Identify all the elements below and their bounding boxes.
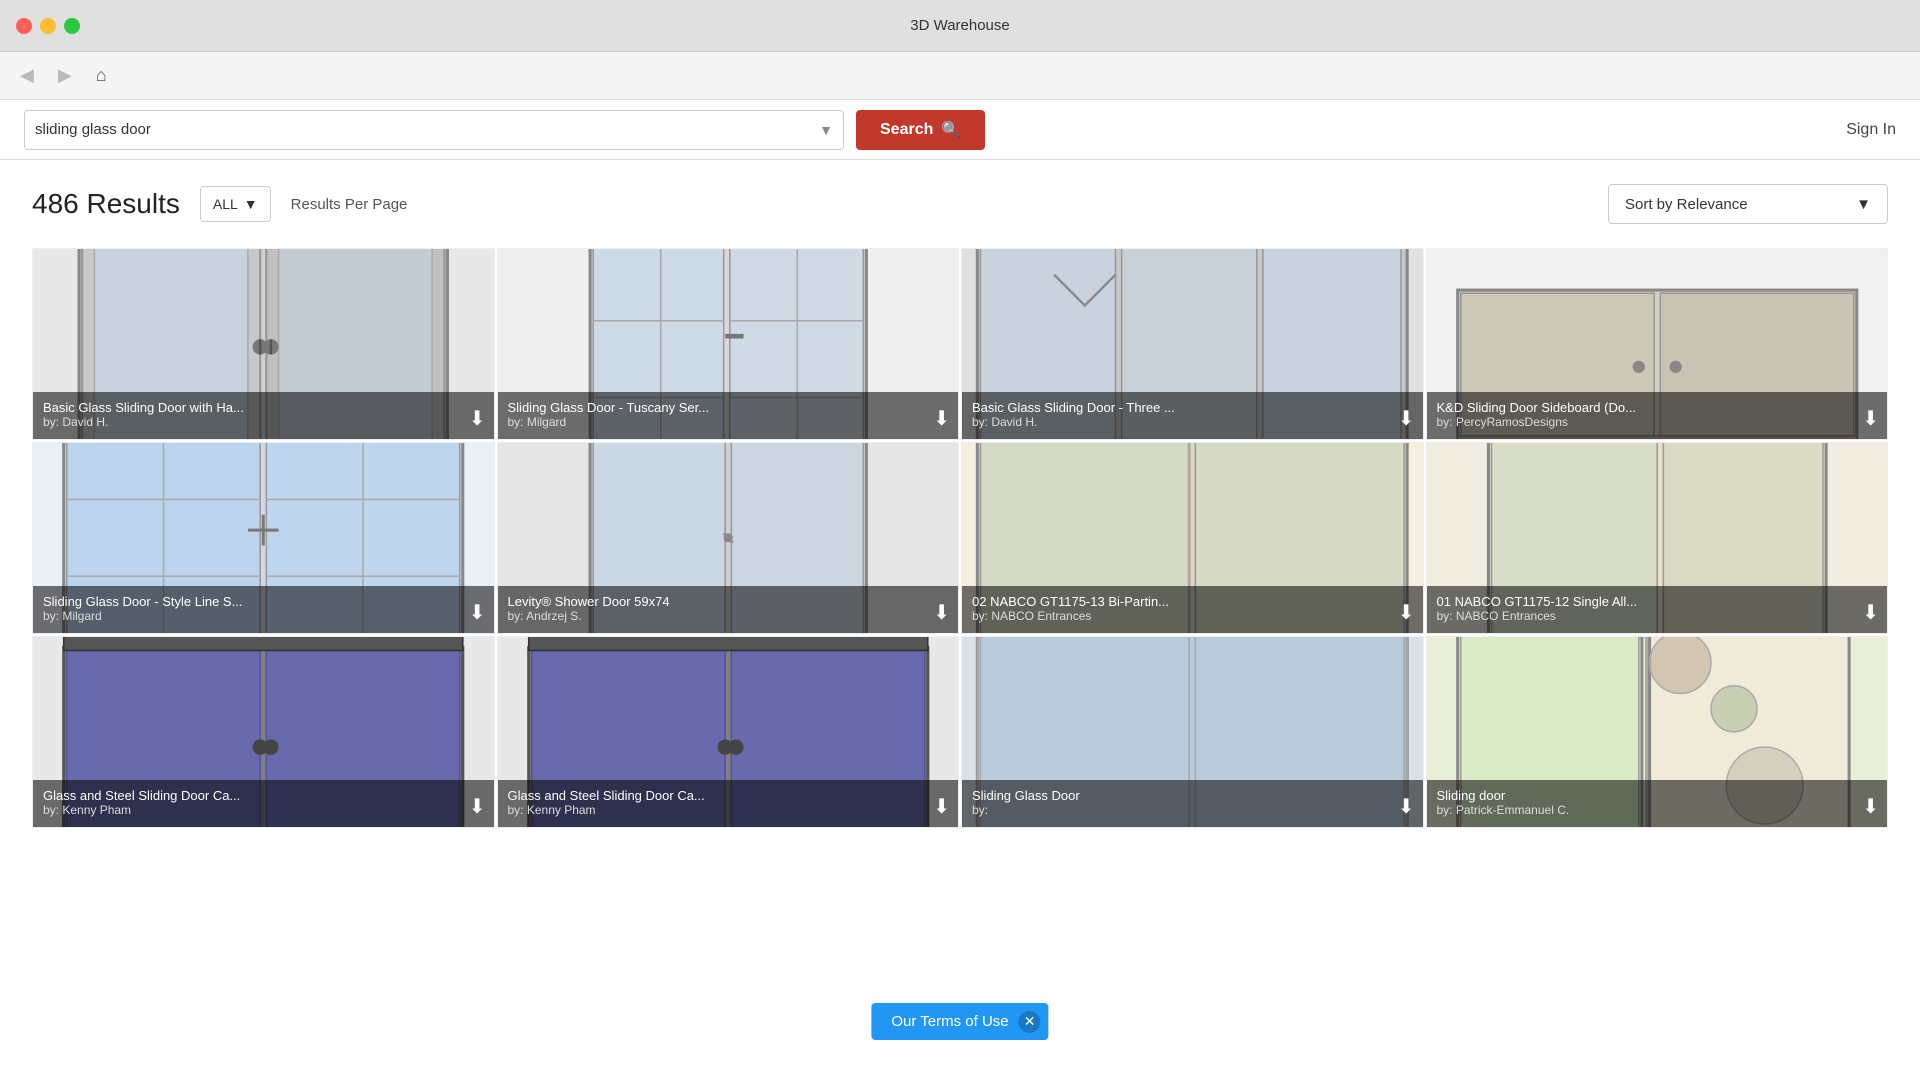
sort-label: Sort by Relevance (1625, 196, 1848, 213)
window-title: 3D Warehouse (910, 17, 1010, 34)
list-item[interactable]: Sliding Glass Door - Tuscany Ser... by: … (497, 248, 960, 440)
item-author: by: Milgard (508, 415, 923, 429)
search-button-label: Search (880, 121, 933, 139)
item-info: Sliding Glass Door - Style Line S... by:… (33, 586, 494, 633)
item-title: Sliding door (1437, 788, 1852, 803)
sort-arrow-icon: ▼ (1856, 196, 1871, 213)
list-item[interactable]: Basic Glass Sliding Door - Three ... by:… (961, 248, 1424, 440)
download-button[interactable]: ⬇ (469, 797, 486, 817)
item-info: Basic Glass Sliding Door with Ha... by: … (33, 392, 494, 439)
item-title: Basic Glass Sliding Door with Ha... (43, 400, 458, 415)
item-title: Sliding Glass Door (972, 788, 1387, 803)
search-dropdown-icon[interactable]: ▼ (819, 122, 833, 138)
list-item[interactable]: Glass and Steel Sliding Door Ca... by: K… (32, 636, 495, 828)
results-grid: Basic Glass Sliding Door with Ha... by: … (32, 248, 1888, 828)
list-item[interactable]: Basic Glass Sliding Door with Ha... by: … (32, 248, 495, 440)
close-button[interactable] (16, 18, 32, 34)
nav-bar: ◀ ▶ ⌂ (0, 52, 1920, 100)
list-item[interactable]: Sliding Glass Door - Style Line S... by:… (32, 442, 495, 634)
item-author: by: (972, 803, 1387, 817)
window-controls (16, 18, 80, 34)
item-title: Glass and Steel Sliding Door Ca... (43, 788, 458, 803)
download-button[interactable]: ⬇ (1862, 409, 1879, 429)
item-author: by: David H. (43, 415, 458, 429)
item-author: by: Andrzej S. (508, 609, 923, 623)
search-input[interactable] (35, 121, 819, 138)
item-info: Glass and Steel Sliding Door Ca... by: K… (33, 780, 494, 827)
search-button[interactable]: Search 🔍 (856, 110, 985, 150)
list-item[interactable]: Levity® Shower Door 59x74 by: Andrzej S.… (497, 442, 960, 634)
download-button[interactable]: ⬇ (933, 409, 950, 429)
item-author: by: Patrick-Emmanuel C. (1437, 803, 1852, 817)
list-item[interactable]: Glass and Steel Sliding Door Ca... by: K… (497, 636, 960, 828)
list-item[interactable]: K&D Sliding Door Sideboard (Do... by: Pe… (1426, 248, 1889, 440)
title-bar: 3D Warehouse (0, 0, 1920, 52)
search-container: ▼ (24, 110, 844, 150)
item-info: Glass and Steel Sliding Door Ca... by: K… (498, 780, 959, 827)
list-item[interactable]: Sliding door by: Patrick-Emmanuel C. ⬇ (1426, 636, 1889, 828)
download-button[interactable]: ⬇ (469, 409, 486, 429)
item-author: by: NABCO Entrances (972, 609, 1387, 623)
filter-arrow-icon: ▼ (244, 196, 258, 212)
item-info: Basic Glass Sliding Door - Three ... by:… (962, 392, 1423, 439)
item-author: by: David H. (972, 415, 1387, 429)
item-author: by: Kenny Pham (43, 803, 458, 817)
download-button[interactable]: ⬇ (469, 603, 486, 623)
item-title: Sliding Glass Door - Style Line S... (43, 594, 458, 609)
item-info: Levity® Shower Door 59x74 by: Andrzej S. (498, 586, 959, 633)
item-title: K&D Sliding Door Sideboard (Do... (1437, 400, 1852, 415)
download-button[interactable]: ⬇ (1398, 797, 1415, 817)
sign-in-button[interactable]: Sign In (1846, 121, 1896, 139)
item-author: by: Milgard (43, 609, 458, 623)
results-header: 486 Results ALL ▼ Results Per Page Sort … (32, 184, 1888, 224)
download-button[interactable]: ⬇ (1398, 603, 1415, 623)
item-title: Levity® Shower Door 59x74 (508, 594, 923, 609)
minimize-button[interactable] (40, 18, 56, 34)
item-title: Sliding Glass Door - Tuscany Ser... (508, 400, 923, 415)
item-author: by: NABCO Entrances (1437, 609, 1852, 623)
list-item[interactable]: 02 NABCO GT1175-13 Bi-Partin... by: NABC… (961, 442, 1424, 634)
terms-label: Our Terms of Use (891, 1013, 1008, 1030)
download-button[interactable]: ⬇ (1862, 603, 1879, 623)
item-title: 01 NABCO GT1175-12 Single All... (1437, 594, 1852, 609)
home-button[interactable]: ⌂ (88, 61, 115, 90)
list-item[interactable]: 01 NABCO GT1175-12 Single All... by: NAB… (1426, 442, 1889, 634)
results-count: 486 Results (32, 188, 180, 220)
maximize-button[interactable] (64, 18, 80, 34)
back-button[interactable]: ◀ (12, 61, 42, 90)
download-button[interactable]: ⬇ (933, 797, 950, 817)
sort-dropdown[interactable]: Sort by Relevance ▼ (1608, 184, 1888, 224)
item-info: Sliding Glass Door by: (962, 780, 1423, 827)
item-info: 01 NABCO GT1175-12 Single All... by: NAB… (1427, 586, 1888, 633)
list-item[interactable]: Sliding Glass Door by: ⬇ (961, 636, 1424, 828)
filter-dropdown[interactable]: ALL ▼ (200, 186, 271, 222)
results-per-page-label: Results Per Page (291, 196, 408, 213)
download-button[interactable]: ⬇ (1862, 797, 1879, 817)
download-button[interactable]: ⬇ (1398, 409, 1415, 429)
item-title: Basic Glass Sliding Door - Three ... (972, 400, 1387, 415)
item-author: by: Kenny Pham (508, 803, 923, 817)
search-icon: 🔍 (941, 120, 961, 140)
item-info: Sliding Glass Door - Tuscany Ser... by: … (498, 392, 959, 439)
terms-banner: Our Terms of Use ✕ (871, 1003, 1048, 1040)
download-button[interactable]: ⬇ (933, 603, 950, 623)
forward-button[interactable]: ▶ (50, 61, 80, 90)
item-info: Sliding door by: Patrick-Emmanuel C. (1427, 780, 1888, 827)
terms-close-button[interactable]: ✕ (1019, 1011, 1041, 1033)
item-info: 02 NABCO GT1175-13 Bi-Partin... by: NABC… (962, 586, 1423, 633)
item-author: by: PercyRamosDesigns (1437, 415, 1852, 429)
filter-label: ALL (213, 196, 238, 212)
search-bar: ▼ Search 🔍 Sign In (0, 100, 1920, 160)
item-title: Glass and Steel Sliding Door Ca... (508, 788, 923, 803)
item-info: K&D Sliding Door Sideboard (Do... by: Pe… (1427, 392, 1888, 439)
item-title: 02 NABCO GT1175-13 Bi-Partin... (972, 594, 1387, 609)
content-area: 486 Results ALL ▼ Results Per Page Sort … (0, 160, 1920, 1080)
